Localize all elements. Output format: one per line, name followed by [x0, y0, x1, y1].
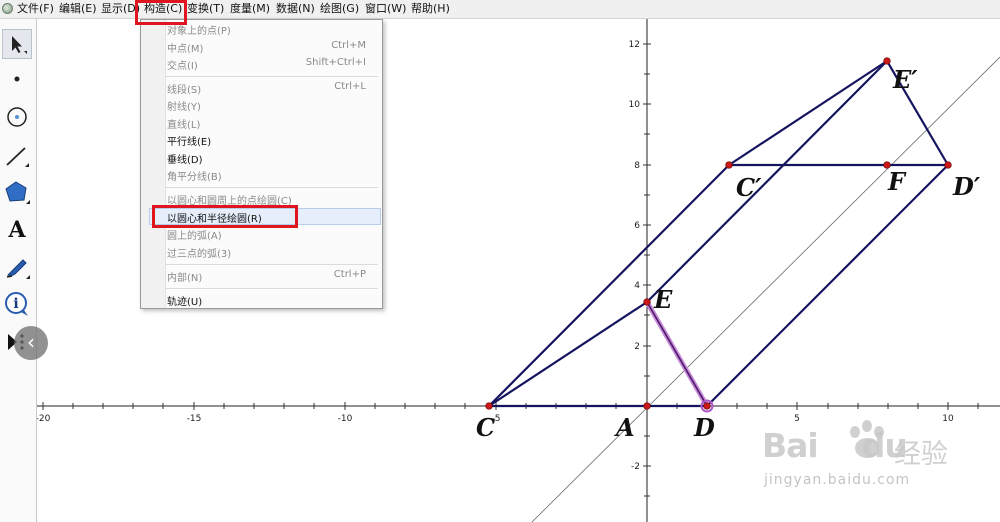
text-tool-icon: A	[8, 217, 26, 243]
label-F[interactable]: F	[887, 167, 907, 196]
y-tick-label: -2	[631, 462, 640, 472]
marker-icon	[6, 259, 30, 279]
menu-graph[interactable]: 绘图(G)	[320, 0, 359, 18]
shortcut-segment: Ctrl+L	[334, 81, 366, 92]
point-A[interactable]	[643, 402, 651, 410]
menu-item-arc-on-circle[interactable]: 圆上的弧(A)	[167, 227, 222, 242]
segment-E-Eprime[interactable]	[646, 60, 888, 303]
menu-separator	[165, 187, 378, 188]
shortcut-interior: Ctrl+P	[333, 269, 366, 280]
y-tick-label: 4	[634, 281, 640, 291]
point-D[interactable]	[703, 402, 711, 410]
shortcut-midpoint: Ctrl+M	[331, 40, 366, 51]
straightedge-icon	[6, 147, 29, 167]
x-tick-label: -20	[37, 414, 51, 424]
menu-window[interactable]: 窗口(W)	[365, 0, 406, 18]
point-Cprime[interactable]	[725, 161, 733, 169]
segment-C-Cprime[interactable]	[488, 164, 730, 407]
menu-data[interactable]: 数据(N)	[276, 0, 315, 18]
construct-menu-dropdown: 对象上的点(P) 中点(M) Ctrl+M 交点(I) Shift+Ctrl+I…	[140, 19, 383, 309]
label-Dprime[interactable]: D′	[952, 172, 981, 201]
marker-tool[interactable]	[2, 252, 32, 282]
y-tick-label: 2	[634, 342, 640, 352]
info-icon: i	[5, 292, 28, 316]
menu-item-perpendicular-line[interactable]: 垂线(D)	[167, 151, 203, 166]
point-Eprime[interactable]	[883, 57, 891, 65]
point-icon	[14, 76, 20, 82]
segment-ED[interactable]	[646, 301, 708, 407]
menu-item-arc-three-points[interactable]: 过三点的弧(3)	[167, 245, 231, 260]
point-C[interactable]	[485, 402, 493, 410]
y-tick-label: 8	[634, 161, 640, 171]
compass-icon	[7, 107, 27, 127]
label-Eprime[interactable]: E′	[892, 65, 918, 94]
x-tick-label: -10	[338, 414, 353, 424]
app-icon[interactable]	[2, 3, 13, 14]
polygon-tool[interactable]	[2, 178, 32, 208]
label-A[interactable]: A	[614, 413, 635, 442]
menu-item-line[interactable]: 直线(L)	[167, 116, 200, 131]
menu-measure[interactable]: 度量(M)	[230, 0, 270, 18]
polygon-icon	[5, 181, 30, 204]
information-tool[interactable]: i	[2, 289, 32, 319]
shortcut-intersection: Shift+Ctrl+I	[305, 57, 366, 68]
label-C[interactable]: C	[476, 413, 495, 442]
straightedge-tool[interactable]	[2, 141, 32, 171]
y-tick-label: 10	[629, 100, 641, 110]
label-Cprime[interactable]: C′	[736, 173, 762, 202]
menu-item-midpoint[interactable]: 中点(M)	[167, 40, 203, 55]
menu-item-interior[interactable]: 内部(N)	[167, 269, 202, 284]
label-E[interactable]: E	[653, 285, 673, 314]
point-tool[interactable]	[2, 64, 32, 94]
arrow-icon	[12, 36, 27, 54]
menu-item-angle-bisector[interactable]: 角平分线(B)	[167, 168, 222, 183]
menu-separator	[165, 264, 378, 265]
menu-item-segment[interactable]: 线段(S)	[167, 81, 201, 96]
menu-file[interactable]: 文件(F)	[17, 0, 54, 18]
menu-help[interactable]: 帮助(H)	[411, 0, 450, 18]
point-E[interactable]	[643, 298, 651, 306]
y-tick-label: 6	[634, 221, 640, 231]
menu-item-locus[interactable]: 轨迹(U)	[167, 293, 202, 308]
label-D[interactable]: D	[693, 413, 715, 442]
watermark-url: jingyan.baidu.com	[764, 472, 911, 488]
svg-text:i: i	[13, 296, 18, 312]
compass-tool[interactable]	[2, 102, 32, 132]
annotation-box-construct-menu	[135, 0, 187, 25]
menu-separator	[165, 288, 378, 289]
menu-item-parallel-line[interactable]: 平行线(E)	[167, 133, 211, 148]
menu-item-ray[interactable]: 射线(Y)	[167, 98, 201, 113]
menu-item-intersection[interactable]: 交点(I)	[167, 57, 198, 72]
watermark-brand: Bai du	[762, 426, 908, 465]
menu-edit[interactable]: 编辑(E)	[59, 0, 97, 18]
segment-Cprime-Eprime[interactable]	[728, 60, 888, 166]
y-tick-label: 12	[629, 40, 640, 50]
text-tool[interactable]: A	[2, 215, 32, 245]
menu-transform[interactable]: 变换(T)	[187, 0, 224, 18]
tool-palette: A i	[0, 19, 37, 522]
x-tick-label: -15	[187, 414, 202, 424]
point-Dprime[interactable]	[944, 161, 952, 169]
watermark-brand-bai: Bai	[762, 426, 819, 465]
baidu-jingyan-watermark: Bai du 经验 jingyan.baidu.com	[762, 410, 992, 510]
menu-icon-gutter	[141, 20, 166, 308]
menu-separator	[165, 76, 378, 77]
annotation-box-circle-radius-item	[152, 205, 298, 228]
arrow-select-tool[interactable]	[2, 29, 32, 59]
segment-CE[interactable]	[488, 301, 648, 407]
watermark-jingyan-cn: 经验	[894, 439, 948, 470]
